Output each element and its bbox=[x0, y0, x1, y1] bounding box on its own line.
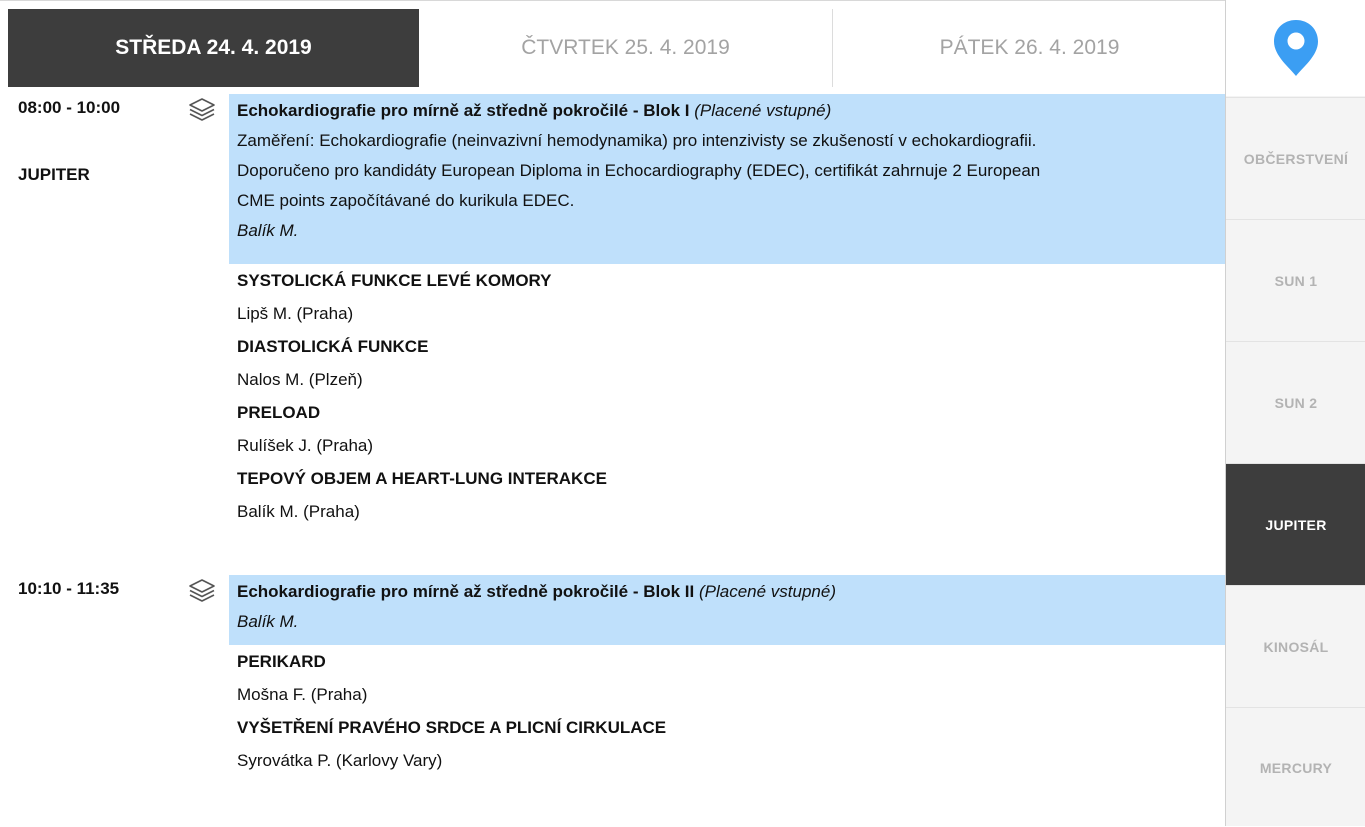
layers-icon[interactable] bbox=[187, 577, 217, 603]
session-note: (Placené vstupné) bbox=[694, 101, 832, 120]
layers-icon[interactable] bbox=[187, 96, 217, 122]
day-tabs: STŘEDA 24. 4. 2019 ČTVRTEK 25. 4. 2019 P… bbox=[0, 0, 1226, 95]
room-obcerstveni[interactable]: OBČERSTVENÍ bbox=[1226, 97, 1365, 220]
session-description-line: Zaměření: Echokardiografie (neinvazivní … bbox=[237, 131, 1037, 150]
session-title: Echokardiografie pro mírně až středně po… bbox=[237, 582, 695, 601]
talk-list: SYSTOLICKÁ FUNKCE LEVÉ KOMORY Lipš M. (P… bbox=[237, 264, 607, 528]
map-pin-button[interactable] bbox=[1226, 0, 1365, 96]
room-kinosal[interactable]: KINOSÁL bbox=[1226, 585, 1365, 708]
session-title-line: Echokardiografie pro mírně až středně po… bbox=[237, 577, 1217, 607]
session-title-line: Echokardiografie pro mírně až středně po… bbox=[237, 96, 1217, 126]
talk-speaker: Mošna F. (Praha) bbox=[237, 685, 368, 704]
talk-list: PERIKARD Mošna F. (Praha) VYŠETŘENÍ PRAV… bbox=[237, 645, 666, 777]
session-title: Echokardiografie pro mírně až středně po… bbox=[237, 101, 690, 120]
session-header[interactable]: Echokardiografie pro mírně až středně po… bbox=[229, 94, 1225, 264]
map-pin-icon bbox=[1274, 20, 1318, 76]
block-room: JUPITER bbox=[18, 165, 90, 184]
talk-speaker: Lipš M. (Praha) bbox=[237, 304, 354, 323]
talk-title[interactable]: PERIKARD bbox=[237, 645, 666, 678]
room-jupiter[interactable]: JUPITER bbox=[1226, 463, 1365, 586]
session-note: (Placené vstupné) bbox=[698, 582, 836, 601]
talk-title[interactable]: PRELOAD bbox=[237, 396, 607, 429]
talk-title[interactable]: VYŠETŘENÍ PRAVÉHO SRDCE A PLICNÍ CIRKULA… bbox=[237, 711, 666, 744]
schedule-block: 08:00 - 10:00 JUPITER Echokardiografie p… bbox=[0, 94, 1226, 564]
room-mercury[interactable]: MERCURY bbox=[1226, 707, 1365, 827]
talk-title[interactable]: SYSTOLICKÁ FUNKCE LEVÉ KOMORY bbox=[237, 264, 607, 297]
tab-day-friday[interactable]: PÁTEK 26. 4. 2019 bbox=[833, 9, 1226, 87]
session-header[interactable]: Echokardiografie pro mírně až středně po… bbox=[229, 575, 1225, 645]
talk-title[interactable]: DIASTOLICKÁ FUNKCE bbox=[237, 330, 607, 363]
room-sun-1[interactable]: SUN 1 bbox=[1226, 219, 1365, 342]
talk-speaker: Syrovátka P. (Karlovy Vary) bbox=[237, 751, 443, 770]
block-time: 10:10 - 11:35 bbox=[18, 579, 120, 598]
room-sidebar: OBČERSTVENÍ SUN 1 SUN 2 JUPITER KINOSÁL … bbox=[1225, 0, 1365, 826]
session-description-line: Doporučeno pro kandidáty European Diplom… bbox=[237, 161, 1041, 180]
talk-speaker: Nalos M. (Plzeň) bbox=[237, 370, 363, 389]
tab-day-wednesday[interactable]: STŘEDA 24. 4. 2019 bbox=[8, 9, 419, 87]
tab-day-thursday[interactable]: ČTVRTEK 25. 4. 2019 bbox=[419, 9, 832, 87]
talk-speaker: Balík M. (Praha) bbox=[237, 502, 360, 521]
session-chair: Balík M. bbox=[237, 612, 299, 631]
session-chair: Balík M. bbox=[237, 221, 299, 240]
talk-title[interactable]: TEPOVÝ OBJEM A HEART-LUNG INTERAKCE bbox=[237, 462, 607, 495]
schedule-block: 10:10 - 11:35 Echokardiografie pro mírně… bbox=[0, 575, 1226, 805]
block-time: 08:00 - 10:00 bbox=[18, 98, 121, 117]
talk-speaker: Rulíšek J. (Praha) bbox=[237, 436, 374, 455]
room-sun-2[interactable]: SUN 2 bbox=[1226, 341, 1365, 464]
session-description-line: CME points započítávané do kurikula EDEC… bbox=[237, 191, 575, 210]
